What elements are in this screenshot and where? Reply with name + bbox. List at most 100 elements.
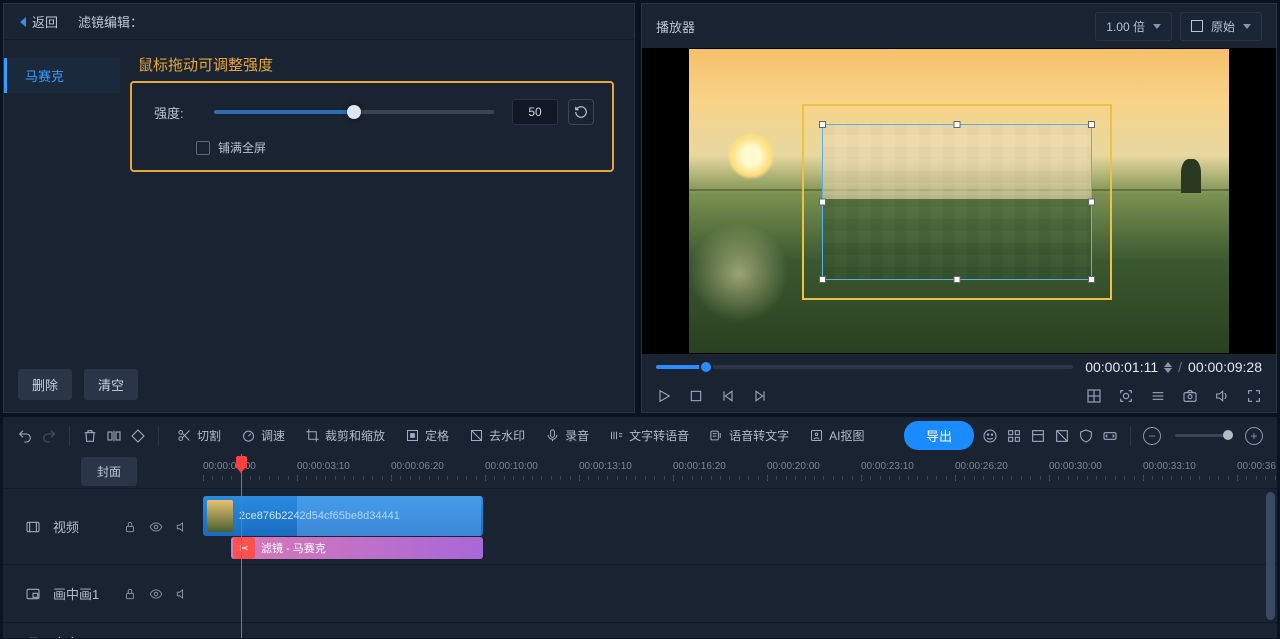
lock-icon[interactable] xyxy=(123,587,137,601)
intensity-value[interactable]: 50 xyxy=(512,99,558,125)
panel-title: 滤镜编辑： xyxy=(78,12,143,31)
clip-lock-icon[interactable]: ✂ xyxy=(233,537,255,559)
track-text: 文字1 xyxy=(3,622,1277,638)
ai-icon xyxy=(809,428,824,443)
intensity-slider[interactable] xyxy=(214,110,494,114)
ratio-icon[interactable] xyxy=(1102,428,1118,444)
speed-button[interactable]: 调速 xyxy=(235,423,291,448)
fullscreen-icon[interactable] xyxy=(1246,388,1262,404)
filter-sidebar: 马赛克 xyxy=(4,40,120,356)
handle-tl[interactable] xyxy=(819,121,826,128)
eye-icon[interactable] xyxy=(149,520,163,534)
main-toolbar: 切割 调速 裁剪和缩放 定格 去水印 录音 文字转语音 语音转文字 AI抠图 导… xyxy=(3,416,1277,454)
zoom-slider[interactable] xyxy=(1175,434,1231,437)
clear-button[interactable]: 清空 xyxy=(84,369,138,400)
handle-tr[interactable] xyxy=(1088,121,1095,128)
time-total: 00:00:09:28 xyxy=(1188,359,1262,375)
delete-button[interactable]: 删除 xyxy=(18,369,72,400)
intensity-control-box: 强度: 50 铺满全屏 xyxy=(130,81,614,172)
intensity-label: 强度: xyxy=(154,103,196,122)
chevron-down-icon xyxy=(1243,24,1251,29)
eraser-icon xyxy=(469,428,484,443)
keyframe-icon[interactable] xyxy=(130,428,146,444)
crop-button[interactable]: 裁剪和缩放 xyxy=(299,423,391,448)
tts-icon xyxy=(609,428,624,443)
shield-icon[interactable] xyxy=(1078,428,1094,444)
list-icon[interactable] xyxy=(1150,388,1166,404)
handle-mr[interactable] xyxy=(1088,199,1095,206)
player-canvas[interactable] xyxy=(642,48,1276,354)
crop-icon xyxy=(305,428,320,443)
progress-bar[interactable] xyxy=(656,365,1073,369)
layout1-icon[interactable] xyxy=(1030,428,1046,444)
handle-ml[interactable] xyxy=(819,199,826,206)
focus-icon[interactable] xyxy=(1118,388,1134,404)
emoji-icon[interactable] xyxy=(982,428,998,444)
pip-track-icon xyxy=(25,586,41,602)
video-clip[interactable]: 2ce876b2242d54cf65be8d34441 xyxy=(203,496,483,536)
eye-icon[interactable] xyxy=(175,636,189,639)
video-frame xyxy=(689,49,1229,353)
zoom-out-button[interactable]: − xyxy=(1143,427,1161,445)
lock-icon[interactable] xyxy=(149,636,163,639)
handle-tm[interactable] xyxy=(954,121,961,128)
stop-icon[interactable] xyxy=(688,388,704,404)
timeline-scrollbar[interactable] xyxy=(1266,492,1275,620)
zoom-in-button[interactable]: + xyxy=(1245,427,1263,445)
trash-icon[interactable] xyxy=(82,428,98,444)
snapshot-icon[interactable] xyxy=(1182,388,1198,404)
reset-icon xyxy=(574,105,588,119)
layout2-icon[interactable] xyxy=(1054,428,1070,444)
handle-br[interactable] xyxy=(1088,276,1095,283)
undo-icon[interactable] xyxy=(17,428,33,444)
fullscreen-checkbox[interactable] xyxy=(196,141,210,155)
gauge-icon xyxy=(241,428,256,443)
player-panel: 播放器 1.00 倍 原始 xyxy=(641,3,1277,413)
mute-icon[interactable] xyxy=(175,587,189,601)
tts-button[interactable]: 文字转语音 xyxy=(603,423,695,448)
left-header: 返回 滤镜编辑： xyxy=(4,4,634,40)
handle-bm[interactable] xyxy=(954,276,961,283)
playhead[interactable] xyxy=(241,454,242,638)
time-stepper[interactable] xyxy=(1164,362,1172,373)
speed-dropdown[interactable]: 1.00 倍 xyxy=(1095,12,1172,41)
mute-icon[interactable] xyxy=(175,520,189,534)
prev-frame-icon[interactable] xyxy=(720,388,736,404)
dewatermark-button[interactable]: 去水印 xyxy=(463,423,531,448)
display-mode-dropdown[interactable]: 原始 xyxy=(1180,12,1262,41)
player-title: 播放器 xyxy=(656,17,1095,36)
lock-icon[interactable] xyxy=(123,520,137,534)
eye-icon[interactable] xyxy=(149,587,163,601)
video-track-icon xyxy=(25,519,41,535)
reset-button[interactable] xyxy=(568,99,594,125)
align-icon[interactable] xyxy=(1006,428,1022,444)
next-frame-icon[interactable] xyxy=(752,388,768,404)
stt-button[interactable]: 语音转文字 xyxy=(703,423,795,448)
clip-selection xyxy=(297,496,481,536)
freeze-button[interactable]: 定格 xyxy=(399,423,455,448)
back-label: 返回 xyxy=(32,12,58,31)
stt-icon xyxy=(709,428,724,443)
filter-clip[interactable]: ✂ 滤镜 - 马赛克 xyxy=(231,537,483,559)
sidebar-item-mosaic[interactable]: 马赛克 xyxy=(4,58,120,93)
grid-icon[interactable] xyxy=(1086,388,1102,404)
volume-icon[interactable] xyxy=(1214,388,1230,404)
slider-knob[interactable] xyxy=(347,105,361,119)
chevron-left-icon xyxy=(20,17,26,27)
cover-button[interactable]: 封面 xyxy=(81,457,137,486)
progress-knob[interactable] xyxy=(699,360,713,374)
timeline: 封面 00:00:00:0000:00:03:1000:00:06:2000:0… xyxy=(3,454,1277,638)
aicut-button[interactable]: AI抠图 xyxy=(803,423,870,448)
frame-icon xyxy=(1191,20,1203,32)
play-icon[interactable] xyxy=(656,388,672,404)
handle-bl[interactable] xyxy=(819,276,826,283)
split-tool-icon[interactable] xyxy=(106,428,122,444)
zoom-knob[interactable] xyxy=(1223,430,1233,440)
back-button[interactable]: 返回 xyxy=(14,10,64,33)
track-video: 视频 2ce876b2242d54cf65be8d34441 ✂ 滤镜 - 马赛… xyxy=(3,488,1277,564)
export-button[interactable]: 导出 xyxy=(904,421,974,450)
selection-inner[interactable] xyxy=(822,124,1092,280)
record-button[interactable]: 录音 xyxy=(539,423,595,448)
cut-button[interactable]: 切割 xyxy=(171,423,227,448)
redo-icon[interactable] xyxy=(41,428,57,444)
